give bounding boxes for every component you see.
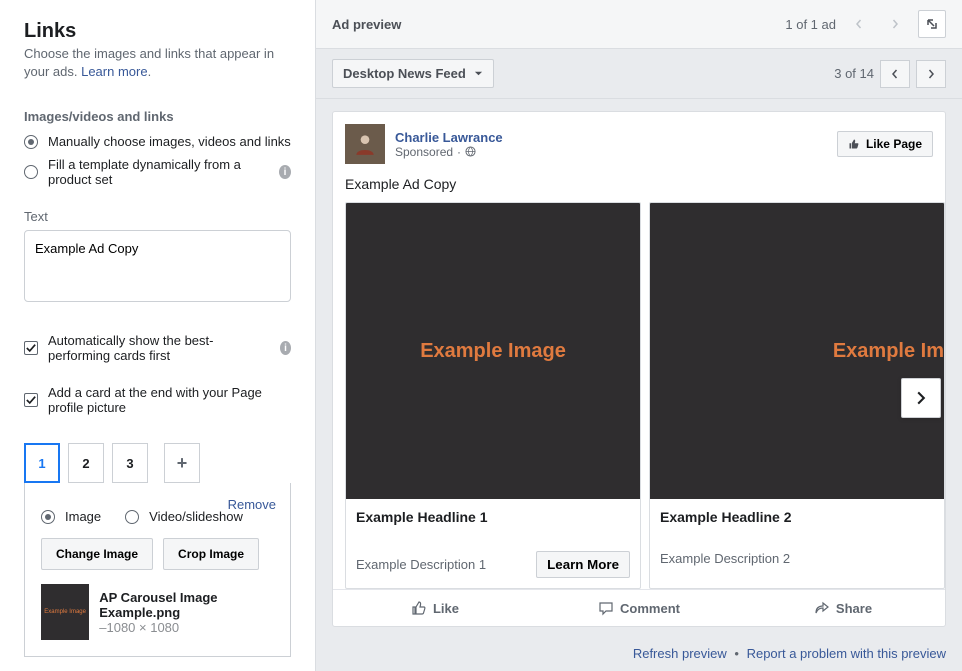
file-row: Example Image AP Carousel Image Example.…: [41, 584, 274, 640]
report-problem-link[interactable]: Report a problem with this preview: [747, 646, 946, 661]
card-editor: Remove Image Video/slideshow Change Imag…: [24, 483, 291, 657]
placement-label: Desktop News Feed: [343, 66, 466, 81]
learn-more-link[interactable]: Learn more: [81, 64, 147, 79]
like-page-label: Like Page: [866, 137, 922, 151]
best-performing-label: Automatically show the best-performing c…: [48, 333, 274, 363]
ad-card: Charlie Lawrance Sponsored · Like Page E…: [332, 111, 946, 627]
remove-link[interactable]: Remove: [228, 497, 276, 512]
crop-image-button[interactable]: Crop Image: [163, 538, 259, 570]
carousel-headline-2: Example Headline 2: [660, 509, 934, 525]
card-tab-1[interactable]: 1: [24, 443, 60, 483]
page-card-row[interactable]: Add a card at the end with your Page pro…: [24, 385, 291, 415]
placement-select[interactable]: Desktop News Feed: [332, 59, 494, 88]
thumb-up-icon: [411, 600, 427, 616]
radio-template-label: Fill a template dynamically from a produ…: [48, 157, 273, 187]
section-subtitle: Choose the images and links that appear …: [24, 45, 291, 81]
globe-icon: [465, 146, 476, 157]
radio-template-row[interactable]: Fill a template dynamically from a produ…: [24, 157, 291, 187]
media-image-row[interactable]: Image: [41, 509, 101, 524]
card-tab-3[interactable]: 3: [112, 443, 148, 483]
text-label: Text: [24, 209, 291, 224]
like-action[interactable]: Like: [333, 590, 537, 626]
placement-bar: Desktop News Feed 3 of 14: [316, 49, 962, 99]
radio-manual-label: Manually choose images, videos and links: [48, 134, 291, 149]
best-performing-checkbox[interactable]: [24, 341, 38, 355]
info-icon[interactable]: i: [279, 165, 291, 179]
chevron-right-icon: [914, 391, 928, 405]
radio-media-video[interactable]: [125, 510, 139, 524]
refresh-preview-link[interactable]: Refresh preview: [633, 646, 727, 661]
learn-more-button[interactable]: Learn More: [536, 551, 630, 578]
links-panel: Links Choose the images and links that a…: [0, 0, 316, 671]
share-action[interactable]: Share: [741, 590, 945, 626]
ad-actions: Like Comment Share: [333, 589, 945, 626]
carousel-image-2: Example Im: [650, 203, 944, 499]
radio-template[interactable]: [24, 165, 38, 179]
avatar: [345, 124, 385, 164]
ad-count: 1 of 1 ad: [785, 17, 836, 32]
preview-footer: Refresh preview • Report a problem with …: [316, 640, 962, 671]
preview-header: Ad preview 1 of 1 ad: [316, 0, 962, 49]
sponsored-label: Sponsored: [395, 145, 453, 159]
page-card-checkbox[interactable]: [24, 393, 38, 407]
carousel-desc-2: Example Description 2: [660, 551, 790, 566]
change-image-button[interactable]: Change Image: [41, 538, 153, 570]
thumb-up-icon: [848, 138, 860, 150]
placement-next-button[interactable]: [916, 60, 946, 88]
carousel-card-1[interactable]: Example Image Example Headline 1 Example…: [345, 202, 641, 589]
popout-button[interactable]: [918, 10, 946, 38]
best-performing-row[interactable]: Automatically show the best-performing c…: [24, 333, 291, 363]
like-label: Like: [433, 601, 459, 616]
file-name: AP Carousel Image Example.png: [99, 590, 274, 620]
carousel-headline-1: Example Headline 1: [356, 509, 630, 525]
radio-media-image-label: Image: [65, 509, 101, 524]
card-tab-add[interactable]: +: [164, 443, 200, 483]
page-name[interactable]: Charlie Lawrance: [395, 130, 503, 145]
ad-copy: Example Ad Copy: [333, 176, 945, 202]
carousel-next-button[interactable]: [901, 378, 941, 418]
carousel-desc-1: Example Description 1: [356, 557, 486, 572]
preview-panel: Ad preview 1 of 1 ad Desktop News Feed: [316, 0, 962, 671]
file-dimensions: –1080 × 1080: [99, 620, 274, 635]
caret-down-icon: [474, 69, 483, 78]
like-page-button[interactable]: Like Page: [837, 131, 933, 157]
carousel-image-1: Example Image: [346, 203, 640, 499]
page-card-label: Add a card at the end with your Page pro…: [48, 385, 291, 415]
ad-next-button[interactable]: [882, 11, 908, 37]
share-label: Share: [836, 601, 872, 616]
comment-label: Comment: [620, 601, 680, 616]
file-thumbnail: Example Image: [41, 584, 89, 640]
file-dim-value: 1080 × 1080: [106, 620, 179, 635]
subtitle-period: .: [148, 64, 152, 79]
preview-title: Ad preview: [332, 17, 401, 32]
section-title: Links: [24, 20, 291, 43]
comment-icon: [598, 600, 614, 616]
placement-prev-button[interactable]: [880, 60, 910, 88]
radio-media-image[interactable]: [41, 510, 55, 524]
media-video-row[interactable]: Video/slideshow: [125, 509, 243, 524]
carousel: Example Image Example Headline 1 Example…: [333, 202, 945, 589]
info-icon[interactable]: i: [280, 341, 291, 355]
card-tab-2[interactable]: 2: [68, 443, 104, 483]
card-tabs: 1 2 3 +: [24, 443, 291, 483]
ad-prev-button[interactable]: [846, 11, 872, 37]
preview-body: Charlie Lawrance Sponsored · Like Page E…: [316, 99, 962, 640]
ad-header: Charlie Lawrance Sponsored · Like Page: [333, 112, 945, 176]
images-links-label: Images/videos and links: [24, 109, 291, 124]
share-icon: [814, 600, 830, 616]
radio-manual-row[interactable]: Manually choose images, videos and links: [24, 134, 291, 149]
comment-action[interactable]: Comment: [537, 590, 741, 626]
placement-count: 3 of 14: [834, 66, 874, 81]
ad-text-input[interactable]: [24, 230, 291, 302]
radio-manual[interactable]: [24, 135, 38, 149]
